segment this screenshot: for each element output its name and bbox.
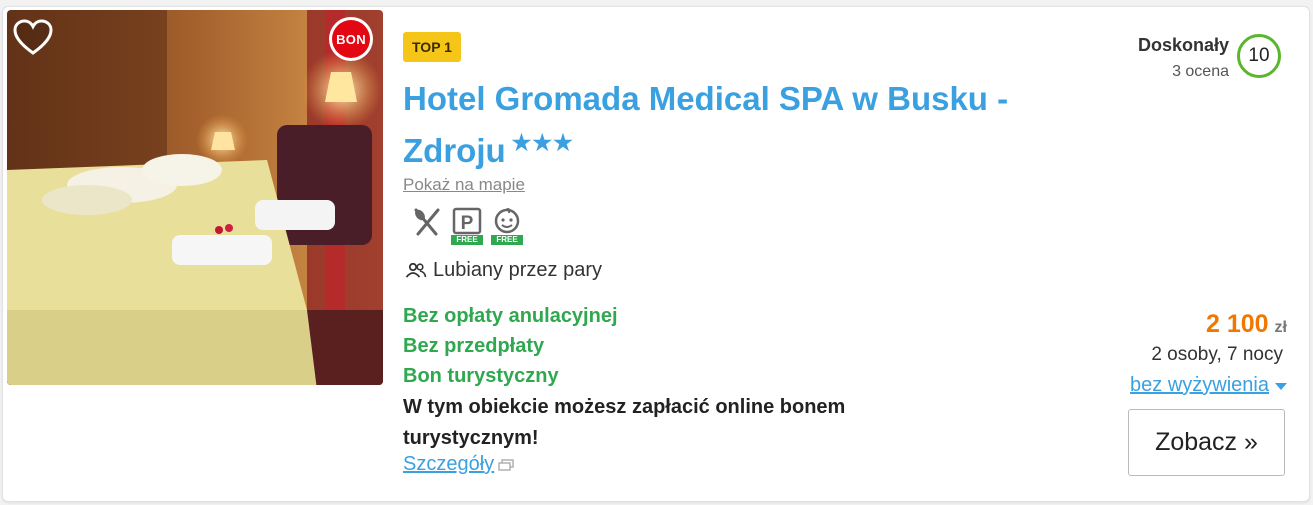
parking-icon: P FREE bbox=[451, 207, 483, 245]
free-parking-label: FREE bbox=[451, 235, 483, 245]
hotel-room-image bbox=[7, 10, 383, 385]
chevron-down-icon[interactable] bbox=[1275, 383, 1287, 390]
no-prepayment-label: Bez przedpłaty bbox=[403, 335, 545, 357]
hotel-card: BON TOP 1 Hotel Gromada Medical SPA w Bu… bbox=[2, 6, 1310, 502]
bon-badge-label: BON bbox=[332, 20, 370, 58]
hotel-name[interactable]: Hotel Gromada Medical SPA w Busku - Zdro… bbox=[403, 77, 1043, 173]
voucher-info: W tym obiekcie możesz zapłacić online bo… bbox=[403, 396, 846, 449]
details-link-label[interactable]: Szczegóły bbox=[403, 453, 494, 476]
top-rank-badge: TOP 1 bbox=[403, 32, 461, 62]
svg-text:P: P bbox=[461, 213, 474, 234]
board-type-dropdown[interactable]: bez wyżywienia bbox=[1130, 374, 1287, 397]
rating-score-badge: 10 bbox=[1237, 34, 1281, 78]
show-on-map-link[interactable]: Pokaż na mapie bbox=[403, 175, 525, 195]
hotel-name-text[interactable]: Hotel Gromada Medical SPA w Busku - Zdro… bbox=[403, 80, 1008, 169]
popular-with: Lubiany przez pary bbox=[405, 259, 602, 282]
see-offer-button[interactable]: Zobacz » bbox=[1128, 409, 1285, 476]
hotel-photo[interactable] bbox=[7, 10, 383, 385]
external-window-icon bbox=[498, 458, 514, 471]
stay-summary: 2 osoby, 7 nocy bbox=[1151, 344, 1283, 365]
price: 2 100 zł bbox=[1206, 310, 1287, 339]
restaurant-icon bbox=[411, 207, 443, 245]
rating-label: Doskonały bbox=[1137, 35, 1229, 55]
board-type-label[interactable]: bez wyżywienia bbox=[1130, 374, 1269, 397]
price-amount: 2 100 bbox=[1205, 310, 1269, 338]
bon-badge: BON bbox=[329, 17, 373, 61]
popular-with-label: Lubiany przez pary bbox=[433, 259, 602, 281]
details-link[interactable]: Szczegóły bbox=[403, 453, 514, 476]
price-currency: zł bbox=[1274, 319, 1287, 336]
free-kids-label: FREE bbox=[491, 235, 523, 245]
free-cancellation-label: Bez opłaty anulacyjnej bbox=[403, 305, 618, 327]
star-rating: ★★★ bbox=[511, 130, 574, 155]
tourist-voucher-label: Bon turystyczny bbox=[403, 365, 559, 387]
amenities-list: P FREE FREE bbox=[411, 207, 523, 245]
people-icon bbox=[405, 262, 427, 278]
review-count: 3 ocena bbox=[1172, 63, 1229, 80]
kids-icon: FREE bbox=[491, 207, 523, 245]
favorite-heart-icon[interactable] bbox=[13, 19, 53, 57]
